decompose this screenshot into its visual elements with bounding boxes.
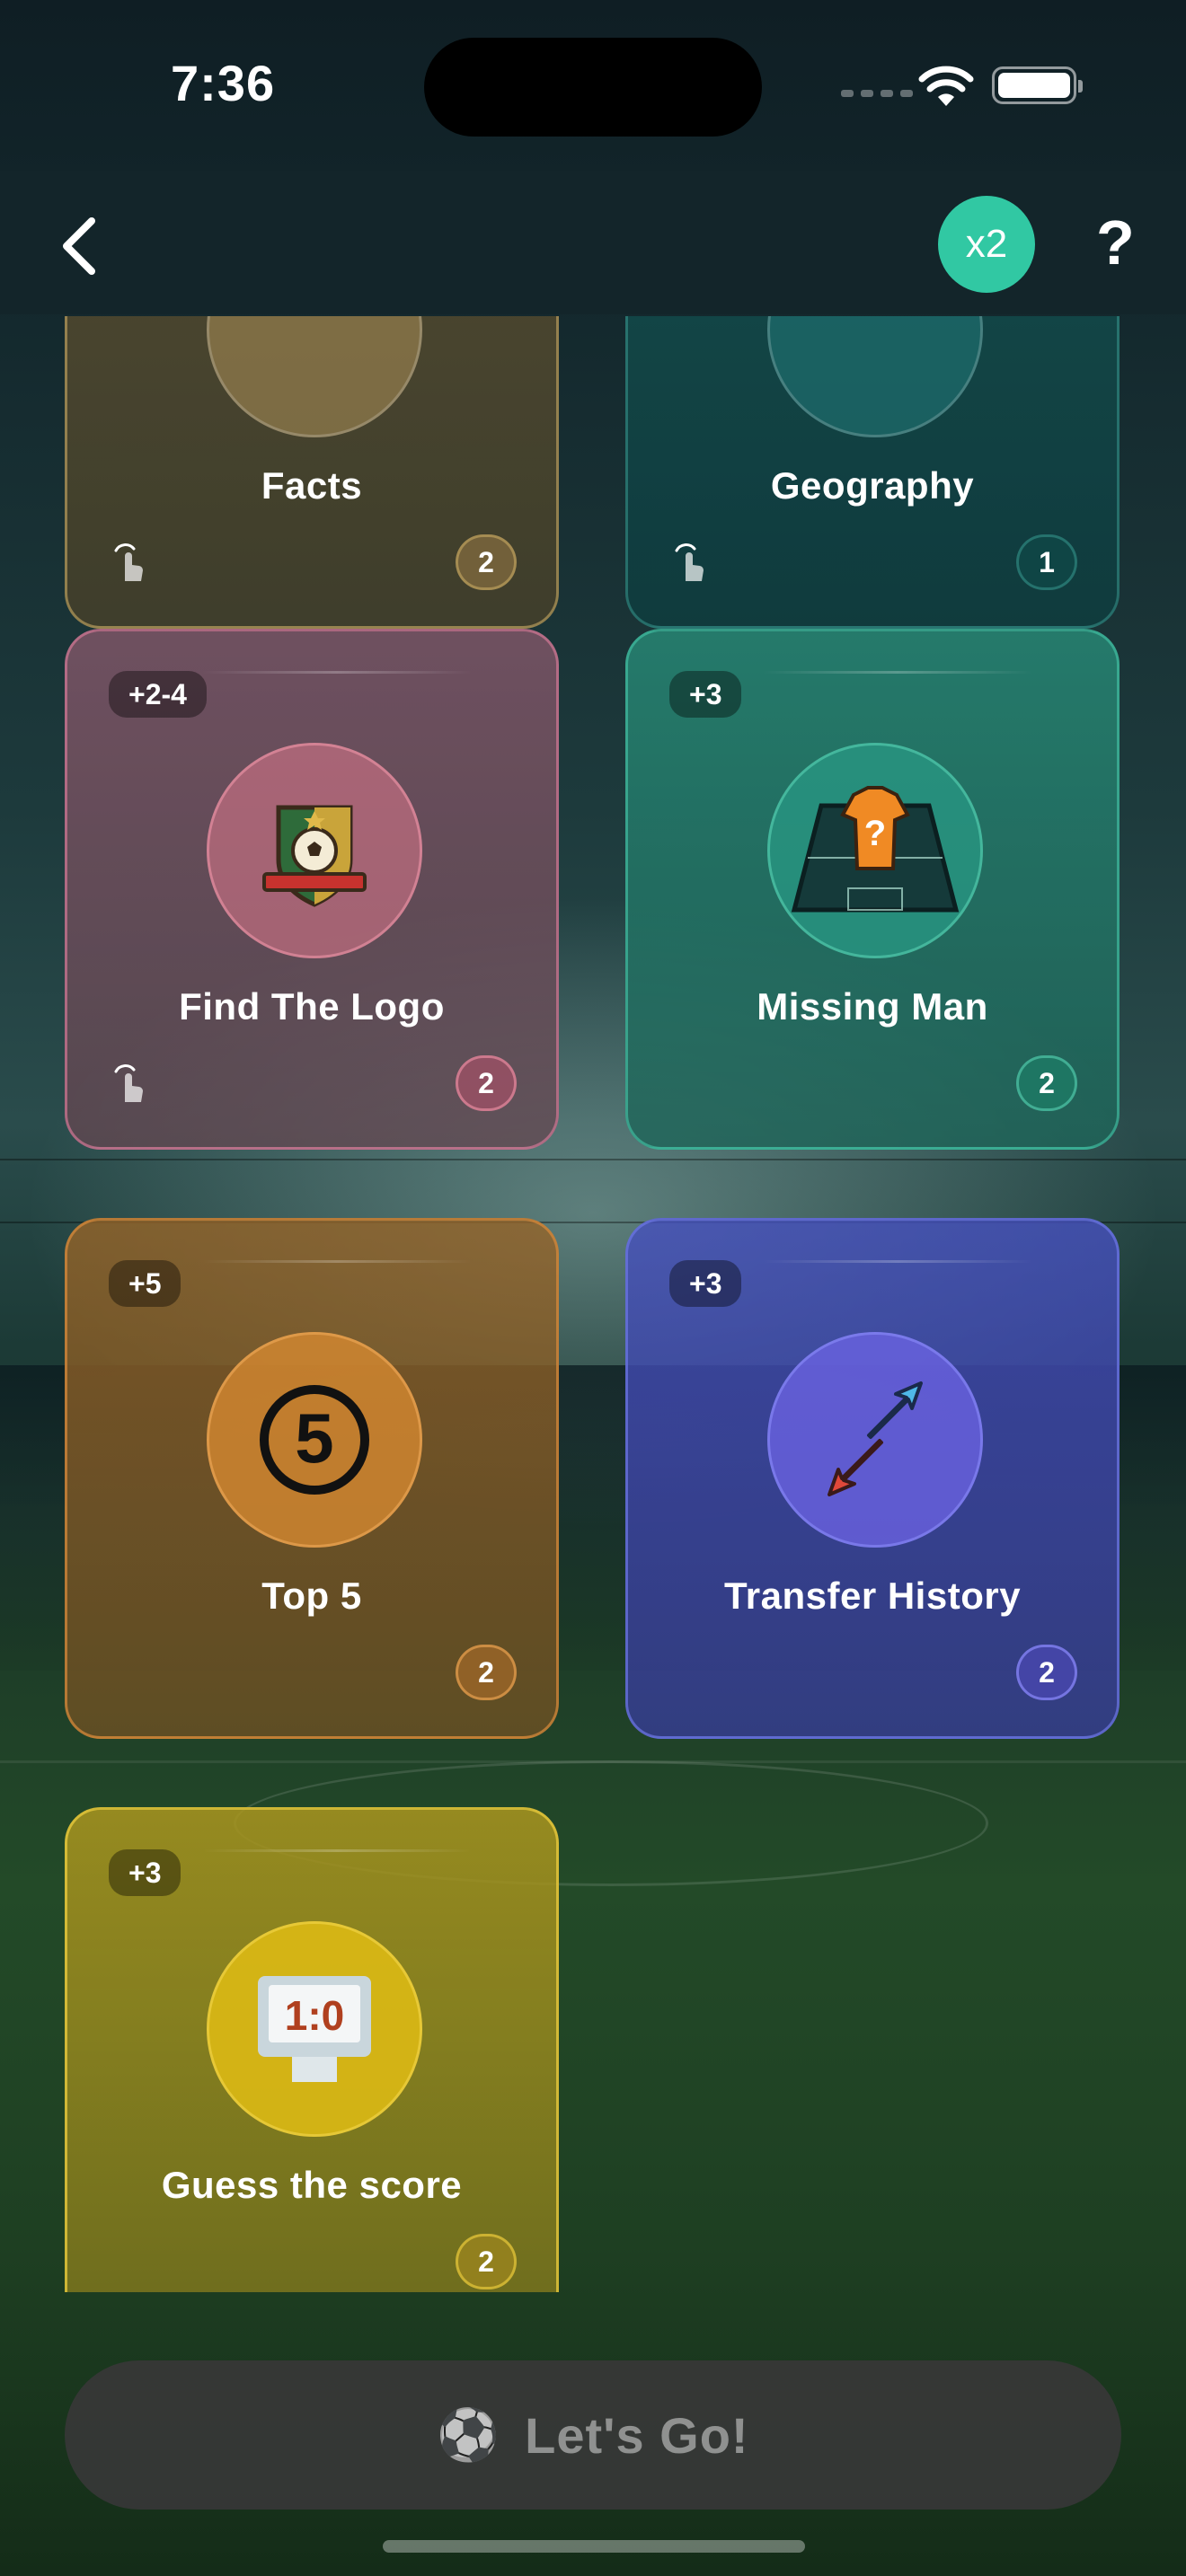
question-count-badge: 1 <box>1016 534 1077 590</box>
number-five-circle-icon: 5 <box>260 1385 369 1495</box>
bonus-points-badge: +5 <box>109 1260 181 1307</box>
lets-go-button[interactable]: ⚽ Let's Go! <box>65 2360 1121 2510</box>
card-title: Geography <box>770 464 975 507</box>
bonus-points-badge: +3 <box>669 1260 742 1307</box>
category-card-find-the-logo[interactable]: +2-4 Find The Logo 2 <box>65 629 559 1150</box>
card-title: Missing Man <box>757 985 988 1028</box>
bonus-points-badge: +2-4 <box>109 671 207 718</box>
cellular-signal-icon <box>841 90 913 97</box>
card-shine <box>202 1849 472 1852</box>
bonus-points-badge: +3 <box>109 1849 181 1896</box>
question-count-badge: 2 <box>456 1055 517 1111</box>
card-shine <box>202 671 472 674</box>
category-grid[interactable]: Facts 2 Geography 1 +2-4 Find The Logo 2… <box>0 316 1186 2292</box>
card-title: Guess the score <box>161 2164 463 2206</box>
facts-emblem <box>207 316 422 437</box>
scoreboard-icon: 1:0 <box>258 1976 371 2082</box>
category-card-geography[interactable]: Geography 1 <box>625 316 1120 629</box>
card-shine <box>763 1260 1032 1263</box>
top-5-emblem: 5 <box>207 1332 422 1548</box>
top-5-number: 5 <box>295 1398 333 1478</box>
help-button[interactable]: ? <box>1096 207 1135 278</box>
tap-hand-icon <box>675 543 704 581</box>
missing-man-emblem: ? <box>767 743 983 958</box>
tap-hand-icon <box>114 543 144 581</box>
soccer-ball-icon: ⚽ <box>437 2406 500 2463</box>
geography-emblem <box>767 316 983 437</box>
question-count-badge: 2 <box>1016 1645 1077 1700</box>
category-card-top-5[interactable]: +5 5 Top 5 2 <box>65 1218 559 1739</box>
home-indicator[interactable] <box>383 2540 805 2553</box>
battery-icon <box>992 66 1083 104</box>
guess-the-score-emblem: 1:0 <box>207 1921 422 2137</box>
category-card-guess-the-score[interactable]: +3 1:0 Guess the score 2 <box>65 1807 559 2292</box>
category-card-missing-man[interactable]: +3 ? Missing Man 2 <box>625 629 1120 1150</box>
card-shine <box>202 1260 472 1263</box>
status-bar: 7:36 <box>0 0 1186 171</box>
find-the-logo-emblem <box>207 743 422 958</box>
transfer-history-emblem <box>767 1332 983 1548</box>
question-count-badge: 2 <box>456 534 517 590</box>
football-crest-icon <box>262 805 367 907</box>
card-title: Transfer History <box>723 1575 1022 1617</box>
question-count-badge: 2 <box>456 2234 517 2289</box>
card-title: Top 5 <box>261 1575 362 1617</box>
multiplier-button[interactable]: x2 <box>938 196 1035 293</box>
jersey-pitch-icon: ? <box>791 786 960 913</box>
dynamic-island <box>424 38 762 137</box>
card-title: Facts <box>261 464 363 507</box>
category-card-transfer-history[interactable]: +3 Transfer History 2 <box>625 1218 1120 1739</box>
question-count-badge: 2 <box>456 1645 517 1700</box>
category-card-facts[interactable]: Facts 2 <box>65 316 559 629</box>
transfer-arrows-icon <box>828 1381 923 1496</box>
tap-hand-icon <box>114 1064 144 1102</box>
lets-go-label: Let's Go! <box>525 2406 749 2464</box>
wifi-icon <box>918 66 974 106</box>
scoreboard-score: 1:0 <box>285 1992 344 2039</box>
back-chevron-icon[interactable] <box>54 214 108 278</box>
jersey-question-mark: ? <box>864 814 886 853</box>
card-title: Find The Logo <box>179 985 445 1028</box>
bonus-points-badge: +3 <box>669 671 742 718</box>
status-time: 7:36 <box>171 55 276 111</box>
navigation-bar: x2 ? <box>0 171 1186 314</box>
card-shine <box>763 671 1032 674</box>
question-count-badge: 2 <box>1016 1055 1077 1111</box>
